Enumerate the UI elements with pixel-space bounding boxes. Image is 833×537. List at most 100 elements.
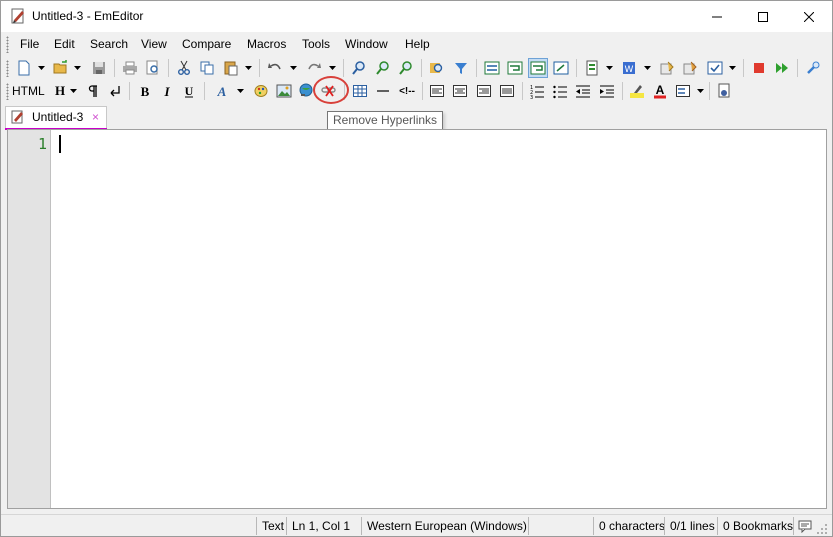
font-color-button[interactable]: A: [650, 81, 670, 101]
comment-button[interactable]: <!--: [395, 81, 419, 101]
underline-button[interactable]: U: [179, 81, 199, 101]
justify-button[interactable]: [497, 81, 517, 101]
menu-window[interactable]: Window: [345, 37, 388, 51]
table-button[interactable]: [350, 81, 370, 101]
status-position[interactable]: Ln 1, Col 1: [287, 515, 355, 537]
font-button[interactable]: A: [212, 81, 232, 101]
text-editor[interactable]: 1: [7, 129, 827, 509]
style-button[interactable]: [673, 81, 693, 101]
font-dropdown[interactable]: [236, 81, 245, 101]
numbered-list-button[interactable]: 123: [527, 81, 547, 101]
configuration-button[interactable]: [582, 58, 602, 78]
bulleted-list-button[interactable]: [550, 81, 570, 101]
wrap-by-chars-button[interactable]: [505, 58, 525, 78]
plugins-button[interactable]: [803, 58, 823, 78]
open-file-dropdown[interactable]: [73, 58, 82, 78]
document-tab[interactable]: Untitled-3 ×: [5, 106, 107, 130]
open-file-button[interactable]: [51, 58, 71, 78]
undo-button[interactable]: [265, 58, 285, 78]
font-color-icon: A: [654, 83, 666, 99]
toolbar-grip[interactable]: [6, 83, 9, 100]
save-button[interactable]: [89, 58, 109, 78]
comment-label: <!--: [399, 85, 415, 97]
tab-close-icon[interactable]: ×: [92, 111, 99, 123]
palette-icon: [254, 85, 268, 97]
spell-check-button[interactable]: [705, 58, 725, 78]
properties-button[interactable]: [680, 58, 700, 78]
style-dropdown[interactable]: [696, 81, 705, 101]
paste-button[interactable]: [221, 58, 241, 78]
highlight-button[interactable]: [627, 81, 647, 101]
find-next-button[interactable]: [373, 58, 393, 78]
customize-button[interactable]: [657, 58, 677, 78]
svg-text:3: 3: [530, 95, 533, 99]
find-button[interactable]: [349, 58, 369, 78]
new-file-button[interactable]: [14, 58, 34, 78]
minimize-button[interactable]: [694, 1, 740, 32]
menu-compare[interactable]: Compare: [182, 37, 231, 51]
bold-button[interactable]: B: [135, 81, 155, 101]
menu-file[interactable]: File: [20, 37, 39, 51]
maximize-button[interactable]: [740, 1, 786, 32]
encoding-button[interactable]: W: [619, 58, 639, 78]
heading-dropdown[interactable]: [69, 81, 78, 101]
heading-label: H: [54, 83, 66, 98]
toolbar-grip[interactable]: [6, 60, 9, 77]
encoding-dropdown[interactable]: [643, 58, 652, 78]
increase-indent-button[interactable]: [597, 81, 617, 101]
copy-button[interactable]: [197, 58, 217, 78]
status-encoding[interactable]: Western European (Windows): [362, 515, 532, 537]
menu-view[interactable]: View: [141, 37, 167, 51]
configuration-dropdown[interactable]: [605, 58, 614, 78]
find-next-icon: [376, 61, 389, 75]
toolbar-separator: [422, 82, 423, 100]
chevron-down-icon: [74, 66, 81, 70]
align-right-button[interactable]: [474, 81, 494, 101]
run-macro-button[interactable]: [772, 58, 792, 78]
menu-search[interactable]: Search: [90, 37, 128, 51]
redo-button[interactable]: [304, 58, 324, 78]
undo-dropdown[interactable]: [289, 58, 298, 78]
find-previous-button[interactable]: [396, 58, 416, 78]
menu-help[interactable]: Help: [405, 37, 430, 51]
menu-grip[interactable]: [6, 36, 9, 53]
status-message-icon[interactable]: [798, 519, 812, 536]
wrap-by-page-button[interactable]: [551, 58, 571, 78]
menu-macros[interactable]: Macros: [247, 37, 286, 51]
find-in-files-button[interactable]: [427, 58, 447, 78]
chevron-down-icon: [697, 89, 704, 93]
resize-grip-icon[interactable]: [816, 523, 828, 537]
toolbar-separator: [204, 82, 205, 100]
menu-edit[interactable]: Edit: [54, 37, 75, 51]
no-wrap-icon: [484, 61, 500, 75]
toolbar-separator: [576, 59, 577, 77]
line-break-button[interactable]: [105, 81, 125, 101]
emeditor-app-icon[interactable]: [10, 8, 26, 24]
status-mode[interactable]: Text: [257, 515, 289, 537]
align-left-button[interactable]: [427, 81, 447, 101]
validate-button[interactable]: [714, 81, 734, 101]
filter-button[interactable]: [451, 58, 471, 78]
print-button[interactable]: [120, 58, 140, 78]
stop-macro-button[interactable]: [749, 58, 769, 78]
decrease-indent-button[interactable]: [573, 81, 593, 101]
close-button[interactable]: [786, 1, 832, 32]
horizontal-rule-button[interactable]: [373, 81, 393, 101]
wrap-by-window-button[interactable]: [528, 58, 548, 78]
underline-icon: U: [185, 84, 194, 98]
cut-button[interactable]: [174, 58, 194, 78]
redo-dropdown[interactable]: [328, 58, 337, 78]
spell-check-dropdown[interactable]: [728, 58, 737, 78]
italic-button[interactable]: I: [157, 81, 177, 101]
menu-tools[interactable]: Tools: [302, 37, 330, 51]
color-button[interactable]: [251, 81, 271, 101]
print-preview-button[interactable]: [143, 58, 163, 78]
align-center-button[interactable]: [450, 81, 470, 101]
heading-button[interactable]: H: [50, 81, 70, 101]
chevron-down-icon: [237, 89, 244, 93]
new-file-dropdown[interactable]: [37, 58, 46, 78]
image-button[interactable]: [274, 81, 294, 101]
paragraph-button[interactable]: [83, 81, 103, 101]
normal-wrap-button[interactable]: [482, 58, 502, 78]
paste-dropdown[interactable]: [244, 58, 253, 78]
